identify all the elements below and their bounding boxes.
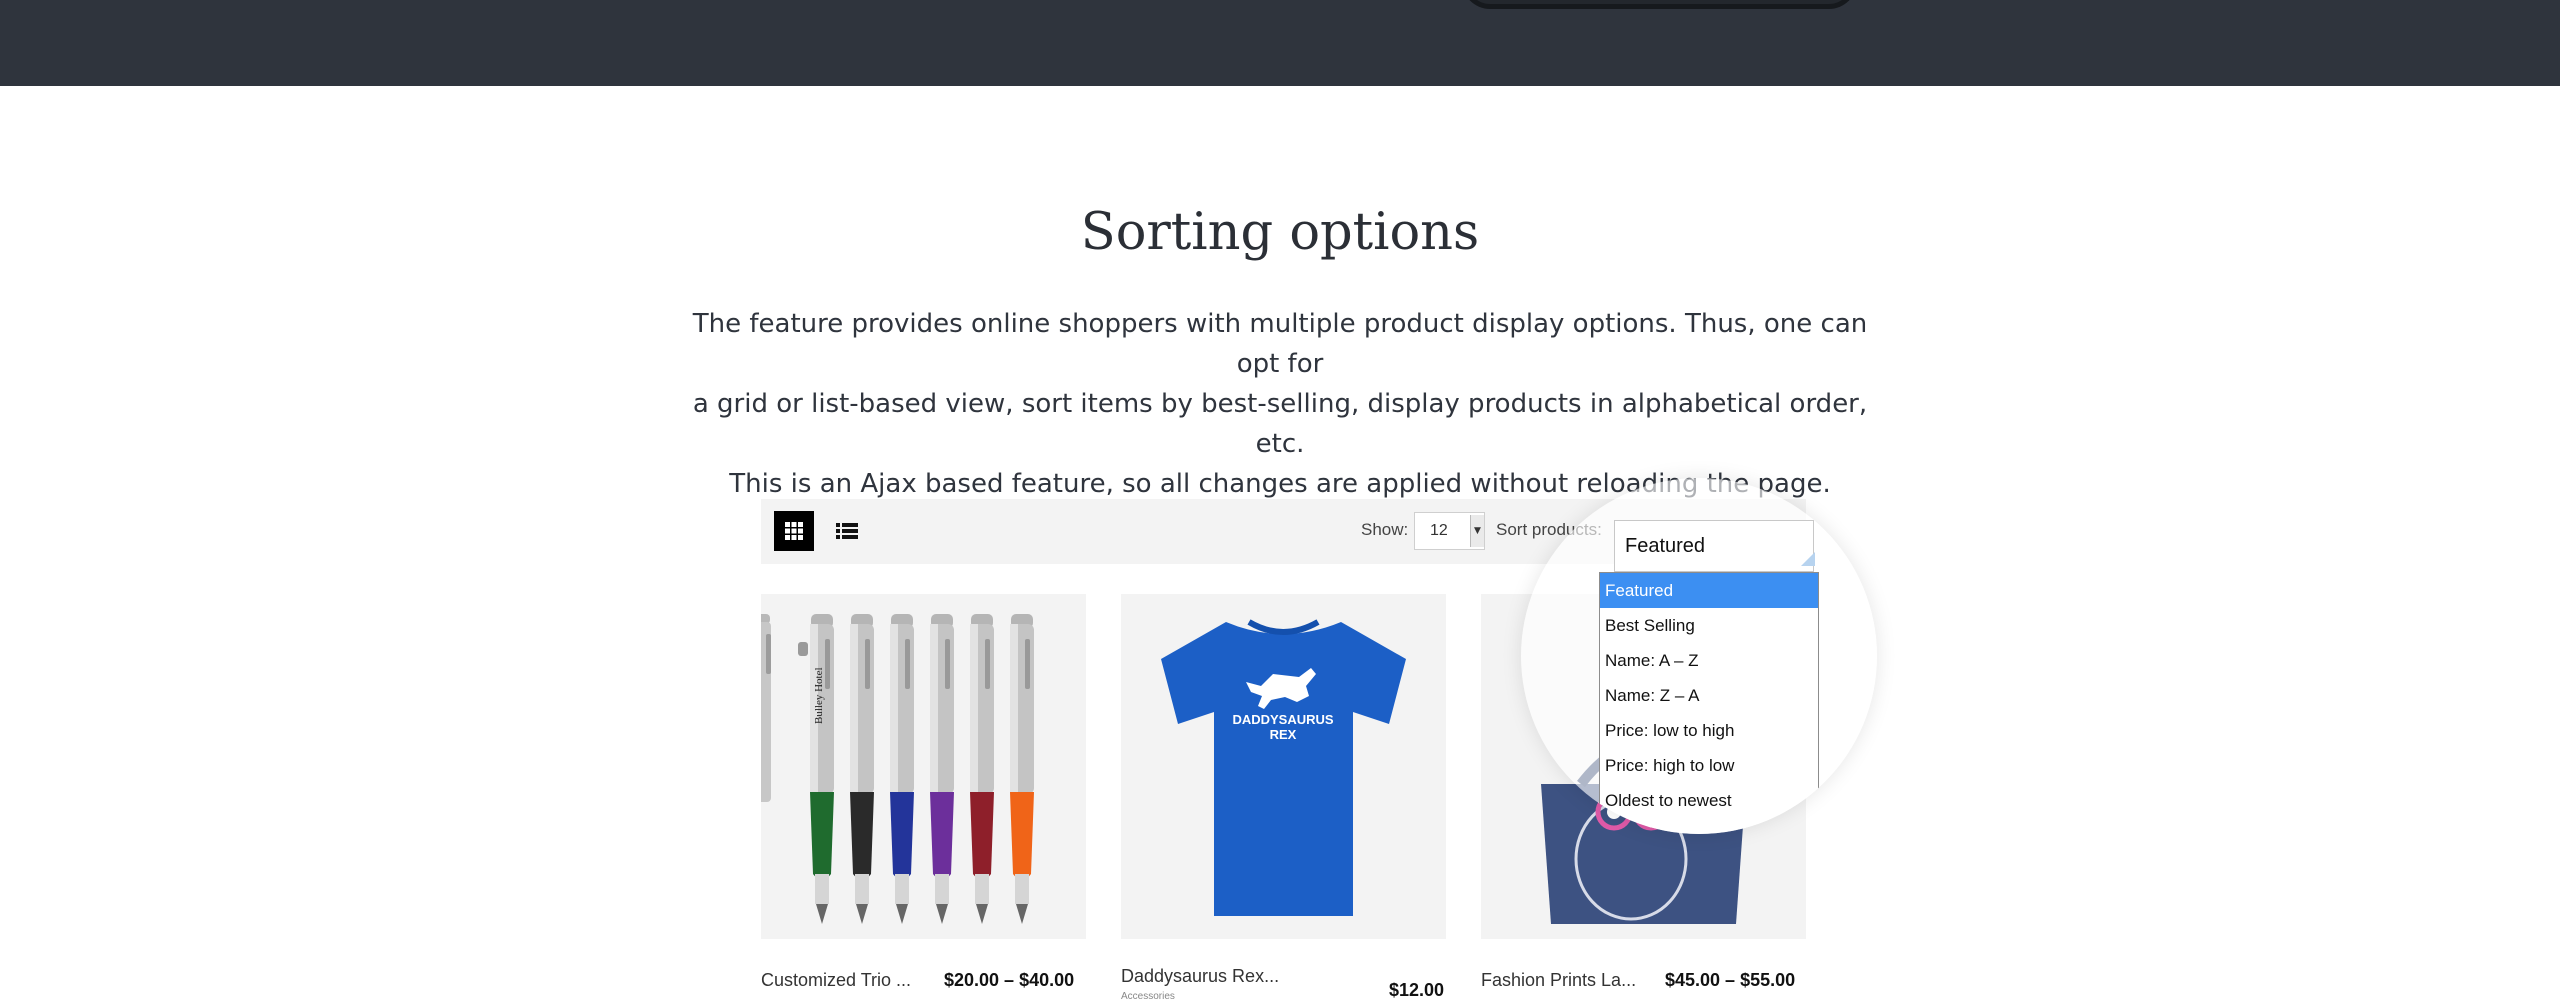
chevron-down-icon[interactable]: ▼ xyxy=(1470,515,1484,547)
sort-selected-value: Featured xyxy=(1625,535,1706,557)
section-title: Sorting options xyxy=(1080,203,1480,262)
product-card[interactable]: Bulley Hotel xyxy=(761,594,1086,939)
sort-option[interactable]: Name: Z – A xyxy=(1600,678,1818,713)
zoom-magnifier: Featured Featured Best Selling Name: A –… xyxy=(1521,478,1877,834)
grid-view-button[interactable] xyxy=(774,511,814,551)
tshirt-text-line1: DADDYSAURUS xyxy=(1232,712,1333,727)
select-corner-decoration xyxy=(1801,552,1815,566)
description-line: a grid or list-based view, sort items by… xyxy=(692,389,1868,459)
sort-option[interactable]: Price: high to low xyxy=(1600,748,1818,783)
list-view-icon xyxy=(836,523,858,539)
sort-option[interactable]: Name: A – Z xyxy=(1600,643,1818,678)
section-description: The feature provides online shoppers wit… xyxy=(690,304,1870,504)
list-view-button[interactable] xyxy=(827,511,867,551)
top-banner xyxy=(0,0,2560,86)
sort-select[interactable]: Featured xyxy=(1614,520,1814,572)
grid-view-icon xyxy=(785,522,803,540)
product-card[interactable]: DADDYSAURUS REX xyxy=(1121,594,1446,939)
description-line: The feature provides online shoppers wit… xyxy=(692,309,1868,379)
show-label: Show: xyxy=(1361,520,1409,539)
product-price: $20.00 – $40.00 xyxy=(944,970,1075,990)
product-name[interactable]: Customized Trio ... xyxy=(761,970,911,991)
product-price: $12.00 xyxy=(1389,980,1445,1000)
product-category: Accessories xyxy=(1121,991,1175,1000)
show-count-select[interactable]: 12 ▼ xyxy=(1414,512,1485,550)
product-name[interactable]: Daddysaurus Rex... xyxy=(1121,966,1279,987)
sort-option[interactable]: Price: low to high xyxy=(1600,713,1818,748)
pens-illustration: Bulley Hotel xyxy=(798,614,1034,924)
sort-option[interactable]: Best Selling xyxy=(1600,608,1818,643)
show-count-value: 12 xyxy=(1430,522,1448,539)
sort-options-dropdown: Featured Best Selling Name: A – Z Name: … xyxy=(1599,572,1819,834)
sort-option[interactable]: Oldest to newest xyxy=(1600,783,1818,818)
sort-option[interactable]: Featured xyxy=(1600,573,1818,608)
product-name[interactable]: Fashion Prints La... xyxy=(1481,970,1636,991)
pens-group: Bulley Hotel xyxy=(761,594,1086,939)
device-mockup-edge xyxy=(1462,0,1857,9)
pen-brand-text: Bulley Hotel xyxy=(813,667,825,724)
tshirt-text-line2: REX xyxy=(1270,727,1297,742)
product-image-tshirt: DADDYSAURUS REX xyxy=(1161,619,1406,916)
product-price: $45.00 – $55.00 xyxy=(1665,970,1796,990)
